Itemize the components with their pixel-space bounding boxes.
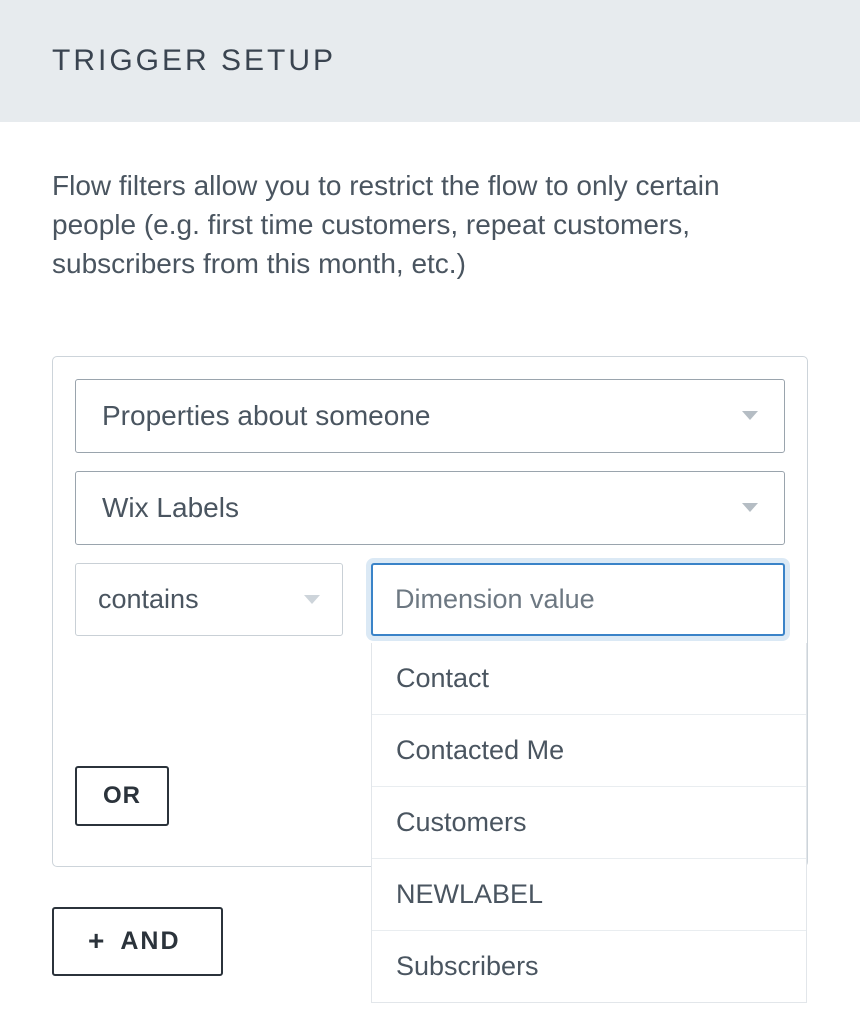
dropdown-option[interactable]: NEWLABEL bbox=[372, 859, 806, 931]
filter-value-input[interactable] bbox=[371, 563, 785, 636]
section-header: TRIGGER SETUP bbox=[0, 0, 860, 122]
filter-property-label: Wix Labels bbox=[102, 492, 239, 524]
filter-value-dropdown: Contact Contacted Me Customers NEWLABEL … bbox=[371, 643, 807, 1003]
chevron-down-icon bbox=[742, 503, 758, 512]
filter-type-label: Properties about someone bbox=[102, 400, 430, 432]
or-button[interactable]: OR bbox=[75, 766, 169, 826]
dropdown-option[interactable]: Contact bbox=[372, 643, 806, 715]
section-body: Flow filters allow you to restrict the f… bbox=[0, 122, 860, 1016]
dropdown-option[interactable]: Subscribers bbox=[372, 931, 806, 1002]
and-button-label: AND bbox=[120, 927, 180, 956]
section-title: TRIGGER SETUP bbox=[52, 44, 808, 78]
chevron-down-icon bbox=[742, 411, 758, 420]
operator-value-row: contains Contact Contacted Me Customers … bbox=[75, 563, 785, 636]
filter-type-select[interactable]: Properties about someone bbox=[75, 379, 785, 453]
filter-operator-label: contains bbox=[98, 584, 199, 615]
filter-description: Flow filters allow you to restrict the f… bbox=[52, 166, 808, 284]
and-button[interactable]: + AND bbox=[52, 907, 223, 976]
dropdown-option[interactable]: Contacted Me bbox=[372, 715, 806, 787]
filter-group: Properties about someone Wix Labels cont… bbox=[52, 356, 808, 867]
dropdown-option[interactable]: Customers bbox=[372, 787, 806, 859]
filter-operator-select[interactable]: contains bbox=[75, 563, 343, 636]
plus-icon: + bbox=[88, 927, 106, 955]
chevron-down-icon bbox=[304, 595, 320, 604]
filter-property-select[interactable]: Wix Labels bbox=[75, 471, 785, 545]
filter-value-wrap: Contact Contacted Me Customers NEWLABEL … bbox=[371, 563, 785, 636]
